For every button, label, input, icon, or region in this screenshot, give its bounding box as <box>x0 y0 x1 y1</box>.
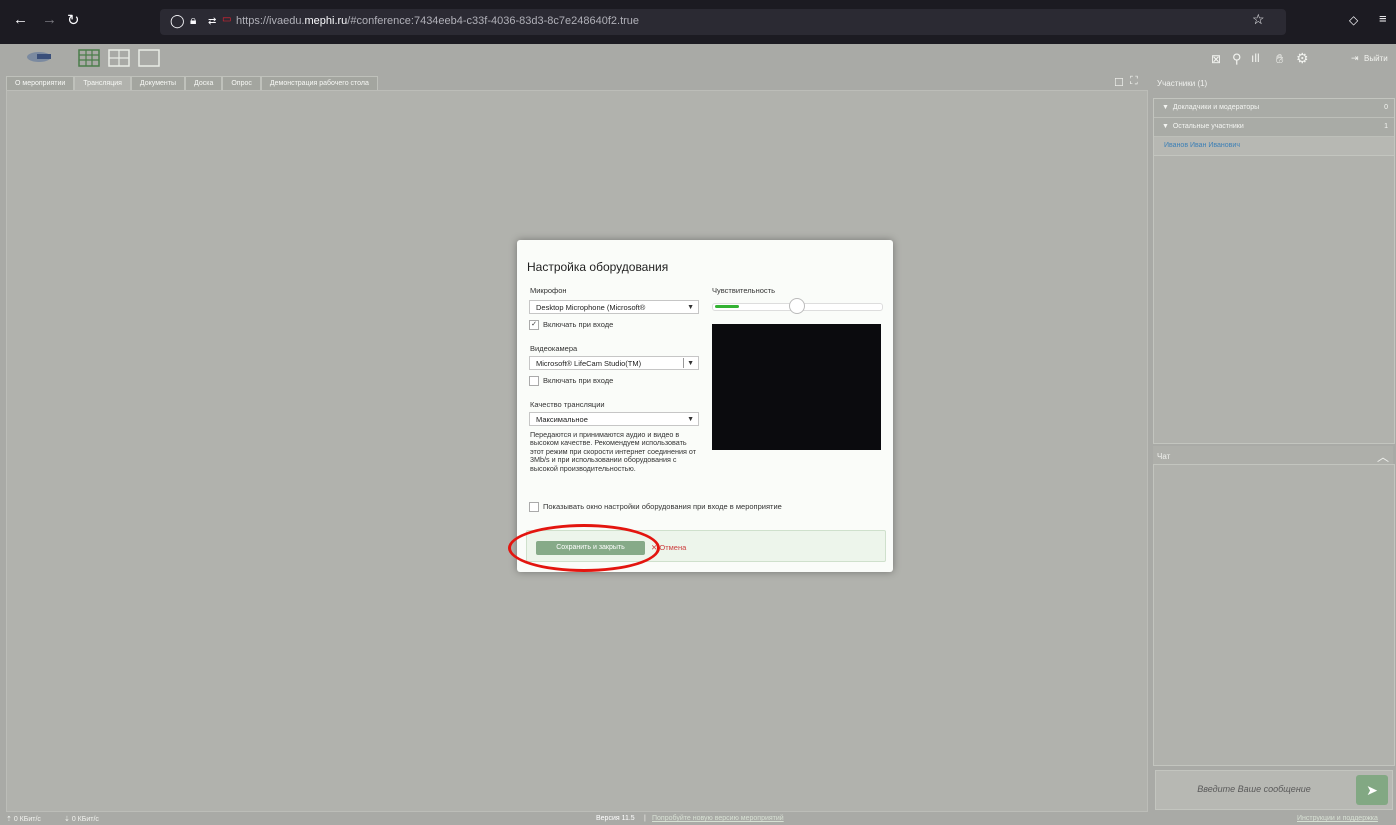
gear-icon[interactable]: ⚙ <box>1296 50 1309 67</box>
tab-bar: О мероприятии Трансляция Документы Доска… <box>6 76 378 92</box>
camera-label: Видеокамера <box>530 344 578 353</box>
quality-description: Передаются и принимаются аудио и видео в… <box>530 430 697 473</box>
app-topbar: ⊠ ⚲ ıll ✋︎ ⚙ ⇥ Выйти <box>0 44 1396 74</box>
chat-header[interactable]: Чат ︿ <box>1153 446 1393 466</box>
mic-on-entry-checkbox[interactable]: ✓ Включать при входе <box>529 320 613 331</box>
chevron-down-icon: ▼ <box>687 360 694 367</box>
version-label: Версия 11.5 <box>596 815 635 822</box>
dialog-title: Настройка оборудования <box>527 260 669 274</box>
signal-icon[interactable]: ıll <box>1251 51 1260 65</box>
sensitivity-label: Чувствительность <box>712 286 775 295</box>
checkbox-checked-icon: ✓ <box>529 320 539 331</box>
forward-icon[interactable]: → <box>42 11 57 28</box>
participant-item[interactable]: Иванов Иван Иванович <box>1154 137 1394 156</box>
mic-level-meter <box>715 305 739 308</box>
version-separator: | <box>644 815 646 822</box>
upload-rate: ⇡ 0 КБит/с <box>6 816 41 823</box>
chevron-down-icon: ▼ <box>687 304 694 311</box>
app: ⊠ ⚲ ıll ✋︎ ⚙ ⇥ Выйти О мероприятии Транс… <box>0 44 1396 825</box>
chat-messages <box>1153 464 1395 766</box>
annotation-circle <box>508 524 660 572</box>
chat-placeholder: Введите Ваше сообщение <box>1197 784 1311 794</box>
camera-select[interactable]: Microsoft® LifeCam Studio(TM) ▼ <box>529 356 699 370</box>
checkbox-icon <box>529 502 539 513</box>
camera-on-entry-checkbox[interactable]: Включать при входе <box>529 376 613 387</box>
equipment-settings-dialog: Настройка оборудования Микрофон Desktop … <box>517 240 893 572</box>
camera-indicator-icon[interactable]: ▭ <box>222 14 231 25</box>
shield-icon[interactable]: ◯ <box>170 13 185 29</box>
participants-title: Участники (1) <box>1157 79 1208 88</box>
menu-icon[interactable]: ≡ <box>1379 11 1387 26</box>
lock-icon[interactable]: 🔒︎ <box>190 13 196 28</box>
window-icon[interactable]: ☐ <box>1114 76 1124 89</box>
participants-group[interactable]: ▼ Докладчики и модераторы 0 <box>1154 99 1394 118</box>
mic-label: Микрофон <box>530 286 567 295</box>
fullscreen-icon[interactable]: ⛶ <box>1130 75 1138 88</box>
logout-button[interactable]: Выйти <box>1364 54 1388 63</box>
mic-off-icon[interactable]: ⚲ <box>1232 51 1242 67</box>
camera-off-icon[interactable]: ⊠ <box>1211 52 1221 66</box>
single-layout-icon[interactable] <box>138 49 160 67</box>
checkbox-icon <box>529 376 539 387</box>
help-link[interactable]: Инструкции и поддержка <box>1297 815 1378 822</box>
participants-panel: ▼ Докладчики и модераторы 0 ▼ Остальные у… <box>1153 98 1395 444</box>
chevron-up-icon[interactable]: ︿ <box>1377 448 1389 465</box>
show-on-entry-checkbox[interactable]: Показывать окно настройки оборудования п… <box>529 502 782 513</box>
pocket-icon[interactable]: ◇ <box>1349 13 1358 27</box>
camera-preview <box>712 324 881 450</box>
quality-select[interactable]: Максимальное ▼ <box>529 412 699 426</box>
chat-input[interactable]: Введите Ваше сообщение ➤ <box>1155 770 1393 810</box>
send-icon[interactable]: ➤ <box>1356 775 1388 805</box>
sensitivity-slider-handle[interactable] <box>789 298 805 314</box>
chevron-down-icon: ▼ <box>687 416 694 423</box>
hand-icon[interactable]: ✋︎ <box>1276 51 1283 67</box>
logout-icon[interactable]: ⇥ <box>1351 53 1359 64</box>
reload-icon[interactable]: ↻ <box>67 11 80 29</box>
bookmark-star-icon[interactable]: ☆ <box>1252 11 1265 28</box>
logo-icon <box>27 52 51 62</box>
url-text[interactable]: https://ivaedu.mephi.ru/#conference:7434… <box>236 15 639 27</box>
participants-group[interactable]: ▼ Остальные участники 1 <box>1154 118 1394 137</box>
back-icon[interactable]: ← <box>13 11 28 28</box>
mic-select[interactable]: Desktop Microphone (Microsoft® ▼ <box>529 300 699 314</box>
status-bar: ⇡ 0 КБит/с ⇣ 0 КБит/с Версия 11.5 | Попр… <box>0 812 1396 825</box>
try-new-version-link[interactable]: Попробуйте новую версию мероприятий <box>652 815 784 822</box>
grid-layout-icon[interactable] <box>78 49 100 67</box>
split-layout-icon[interactable] <box>108 49 130 67</box>
permissions-icon[interactable]: ⇄ <box>208 16 216 27</box>
quality-label: Качество трансляции <box>530 400 605 409</box>
download-rate: ⇣ 0 КБит/с <box>64 816 99 823</box>
chat-title: Чат <box>1157 452 1171 461</box>
browser-toolbar: ← → ↻ ◯ 🔒︎ ⇄ ▭ https://ivaedu.mephi.ru/#… <box>0 0 1396 44</box>
